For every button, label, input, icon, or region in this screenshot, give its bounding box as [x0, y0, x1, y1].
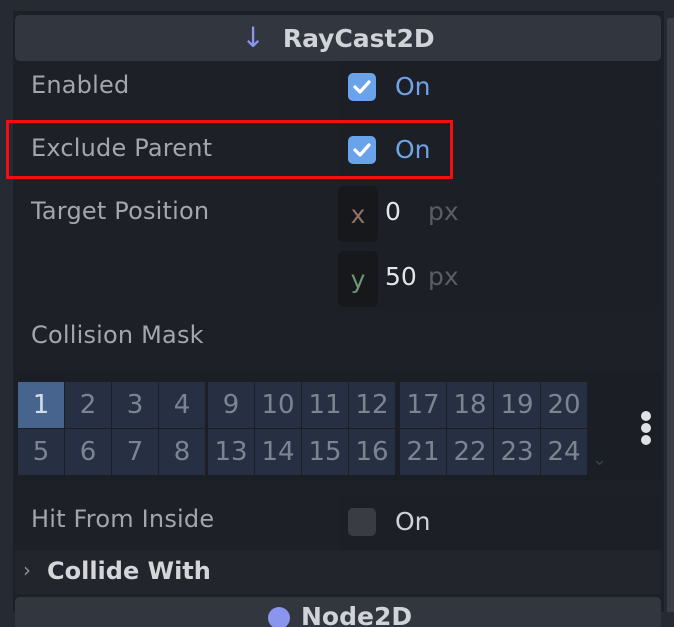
collision-mask-layer-grid: 1 2 3 4 5 6 7 8 9 10 11 12 13 14 15 16 17 18 19 20 21 22 23 24: [15, 372, 661, 480]
target-position-y-input[interactable]: 50: [385, 262, 417, 291]
value-area: [339, 61, 661, 119]
section-header-raycast2d[interactable]: ↓ RayCast2D: [15, 15, 661, 61]
section-title: Node2D: [301, 602, 413, 627]
layer-toggle-16[interactable]: 16: [349, 429, 395, 475]
property-row-hit-from-inside: Hit From Inside On: [15, 495, 661, 550]
layer-toggle-13[interactable]: 13: [208, 429, 254, 475]
node2d-icon: [268, 607, 290, 627]
layer-toggle-1[interactable]: 1: [18, 382, 64, 428]
property-row-collision-mask: Collision Mask: [15, 312, 661, 370]
layer-toggle-18[interactable]: 18: [447, 382, 493, 428]
layer-toggle-2[interactable]: 2: [65, 382, 111, 428]
layer-toggle-22[interactable]: 22: [447, 429, 493, 475]
layer-toggle-7[interactable]: 7: [112, 429, 158, 475]
layer-toggle-21[interactable]: 21: [400, 429, 446, 475]
raycast-arrow-down-icon: ↓: [241, 20, 265, 54]
property-label: Target Position: [31, 197, 210, 225]
layer-toggle-3[interactable]: 3: [112, 382, 158, 428]
layer-toggle-24[interactable]: 24: [541, 429, 587, 475]
property-label: Collision Mask: [31, 321, 204, 349]
layer-toggle-17[interactable]: 17: [400, 382, 446, 428]
property-label: Hit From Inside: [31, 505, 215, 533]
axis-label-y: y: [338, 251, 378, 307]
layer-toggle-5[interactable]: 5: [18, 429, 64, 475]
layer-toggle-14[interactable]: 14: [255, 429, 301, 475]
property-label: Enabled: [31, 71, 130, 99]
axis-label-x: x: [338, 186, 378, 242]
layer-toggle-10[interactable]: 10: [255, 382, 301, 428]
expand-layers-chevron-icon[interactable]: ⌄: [592, 449, 607, 470]
target-position-x-input[interactable]: 0: [385, 197, 401, 226]
layer-toggle-4[interactable]: 4: [159, 382, 205, 428]
checkbox-state-text[interactable]: On: [395, 72, 431, 101]
section-title: RayCast2D: [282, 23, 435, 53]
layer-toggle-19[interactable]: 19: [494, 382, 540, 428]
layer-toggle-11[interactable]: 11: [302, 382, 348, 428]
check-icon: [353, 80, 371, 94]
unit-label: px: [428, 197, 459, 226]
chevron-right-icon: ›: [23, 558, 31, 582]
hit-from-inside-checkbox[interactable]: [348, 508, 376, 536]
group-collide-with[interactable]: › Collide With: [15, 550, 661, 594]
layer-toggle-8[interactable]: 8: [159, 429, 205, 475]
layer-toggle-6[interactable]: 6: [65, 429, 111, 475]
value-area: [339, 495, 661, 550]
section-header-node2d[interactable]: Node2D: [15, 597, 661, 627]
checkbox-state-text[interactable]: On: [395, 507, 431, 536]
layer-toggle-9[interactable]: 9: [208, 382, 254, 428]
layer-toggle-12[interactable]: 12: [349, 382, 395, 428]
inspector-scrollbar[interactable]: [667, 18, 674, 612]
enabled-checkbox[interactable]: [348, 73, 376, 101]
layer-toggle-23[interactable]: 23: [494, 429, 540, 475]
more-options-icon[interactable]: [641, 411, 651, 447]
unit-label: px: [428, 262, 459, 291]
group-title: Collide With: [47, 557, 211, 585]
layer-toggle-15[interactable]: 15: [302, 429, 348, 475]
highlight-box: [6, 120, 453, 179]
property-row-enabled: Enabled On: [15, 61, 661, 119]
layer-toggle-20[interactable]: 20: [541, 382, 587, 428]
